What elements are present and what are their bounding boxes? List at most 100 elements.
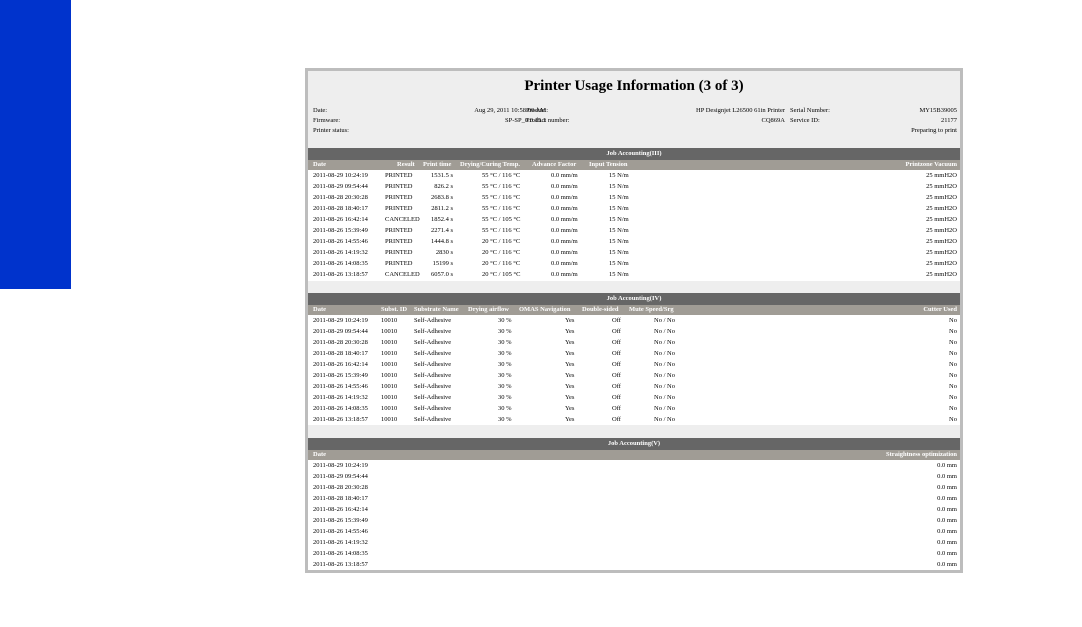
cell-subst-id: 10010 [381,317,398,324]
col-subst-id: Subst. ID [381,306,408,313]
table-row: 2011-08-26 15:39:49 0.0 mm [308,515,960,526]
cell-advance: 0.0 mm/m [551,260,578,267]
cell-drying: 55 °C / 116 °C [482,227,521,234]
cell-cutter: No [949,405,957,412]
cell-date: 2011-08-26 13:18:57 [313,416,368,423]
cell-double: Off [612,317,621,324]
cell-cutter: No [949,361,957,368]
cell-double: Off [612,361,621,368]
cell-advance: 0.0 mm/m [551,205,578,212]
cell-airflow: 30 % [498,383,512,390]
col-result: Result [397,161,415,168]
table-row: 2011-08-26 16:42:14 CANCELED 1852.4 s 55 °C… [308,214,960,225]
col-airflow: Drying airflow [468,306,509,313]
cell-airflow: 30 % [498,394,512,401]
table-body-iv: 2011-08-29 10:24:19 10010 Self-Adhesive 30 … [308,315,960,425]
cell-date: 2011-08-26 14:08:35 [313,260,368,267]
cell-result: PRINTED [385,194,413,201]
table-row: 2011-08-28 18:40:17 10010 Self-Adhesive 30 … [308,348,960,359]
cell-omas: Yes [565,361,575,368]
cell-straightness: 0.0 mm [937,495,957,502]
cell-mute: No / No [654,350,675,357]
printer-status-label: Printer status: [313,127,349,134]
cell-date: 2011-08-26 14:55:46 [313,528,368,535]
col-mute: Mute Speed/Srg [629,306,674,313]
cell-omas: Yes [565,394,575,401]
col-print-time: Print time [423,161,452,168]
cell-vacuum: 25 mmH2O [926,249,957,256]
cell-result: PRINTED [385,238,413,245]
firmware-label: Firmware: [313,117,341,124]
cell-print-time: 1531.5 s [430,172,453,179]
cell-subst-name: Self-Adhesive [414,383,452,390]
table-row: 2011-08-28 20:30:28 10010 Self-Adhesive 30 … [308,337,960,348]
cell-advance: 0.0 mm/m [551,227,578,234]
cell-straightness: 0.0 mm [937,561,957,568]
cell-straightness: 0.0 mm [937,506,957,513]
table-row: 2011-08-26 13:18:57 10010 Self-Adhesive 30 … [308,414,960,425]
cell-tension: 15 N/m [609,249,629,256]
table-row: 2011-08-26 16:42:14 0.0 mm [308,504,960,515]
cell-date: 2011-08-26 14:55:46 [313,238,368,245]
cell-vacuum: 25 mmH2O [926,205,957,212]
cell-subst-id: 10010 [381,328,398,335]
cell-subst-id: 10010 [381,405,398,412]
cell-date: 2011-08-26 14:08:35 [313,550,368,557]
table-row: 2011-08-26 14:19:32 10010 Self-Adhesive 30 … [308,392,960,403]
usage-report: Printer Usage Information (3 of 3) Date:… [305,68,963,573]
table-body-iii: 2011-08-29 10:24:19 PRINTED 1531.5 s 55 °C … [308,170,960,280]
cell-drying: 20 °C / 116 °C [482,238,521,245]
cell-drying: 20 °C / 116 °C [482,260,521,267]
cell-drying: 55 °C / 116 °C [482,183,521,190]
cell-advance: 0.0 mm/m [551,238,578,245]
cell-tension: 15 N/m [609,194,629,201]
table-row: 2011-08-29 10:24:19 PRINTED 1531.5 s 55 °C … [308,170,960,181]
cell-airflow: 30 % [498,350,512,357]
cell-mute: No / No [654,339,675,346]
cell-drying: 55 °C / 116 °C [482,194,521,201]
cell-mute: No / No [654,372,675,379]
cell-double: Off [612,383,621,390]
cell-advance: 0.0 mm/m [551,216,578,223]
serial-value: MY15B39005 [919,107,957,114]
cell-vacuum: 25 mmH2O [926,227,957,234]
product-number-value: CQ869A [761,117,785,124]
product-value: HP Designjet L26500 61in Printer [696,107,785,114]
cell-airflow: 30 % [498,339,512,346]
cell-airflow: 30 % [498,416,512,423]
cell-mute: No / No [654,383,675,390]
cell-mute: No / No [654,405,675,412]
cell-date: 2011-08-29 10:24:19 [313,462,368,469]
col-date: Date [313,161,326,168]
cell-tension: 15 N/m [609,260,629,267]
col-double: Double-sided [582,306,619,313]
report-title: Printer Usage Information (3 of 3) [524,78,744,94]
cell-drying: 20 °C / 105 °C [482,271,521,278]
cell-date: 2011-08-28 18:40:17 [313,495,368,502]
cell-date: 2011-08-26 15:39:49 [313,372,368,379]
cell-vacuum: 25 mmH2O [926,172,957,179]
cell-tension: 15 N/m [609,271,629,278]
cell-result: PRINTED [385,249,413,256]
cell-vacuum: 25 mmH2O [926,194,957,201]
cell-drying: 55 °C / 116 °C [482,205,521,212]
cell-date: 2011-08-26 14:19:32 [313,539,368,546]
cell-date: 2011-08-28 18:40:17 [313,350,368,357]
table-row: 2011-08-26 14:19:32 0.0 mm [308,537,960,548]
cell-mute: No / No [654,317,675,324]
cell-tension: 15 N/m [609,183,629,190]
cell-omas: Yes [565,372,575,379]
service-id-label: Service ID: [790,117,820,124]
table-row: 2011-08-26 14:55:46 0.0 mm [308,526,960,537]
cell-subst-name: Self-Adhesive [414,317,452,324]
cell-date: 2011-08-26 13:18:57 [313,271,368,278]
cell-date: 2011-08-29 10:24:19 [313,172,368,179]
section-title-v: Job Accounting(V) [308,438,960,450]
table-row: 2011-08-26 13:18:57 0.0 mm [308,559,960,570]
cell-cutter: No [949,383,957,390]
col-advance: Advance Factor [532,161,577,168]
report-body: Printer Usage Information (3 of 3) Date:… [308,71,960,570]
cell-print-time: 2683.8 s [430,194,453,201]
table-header-iv: Date Subst. ID Substrate Name Drying air… [308,305,960,315]
cell-result: PRINTED [385,227,413,234]
